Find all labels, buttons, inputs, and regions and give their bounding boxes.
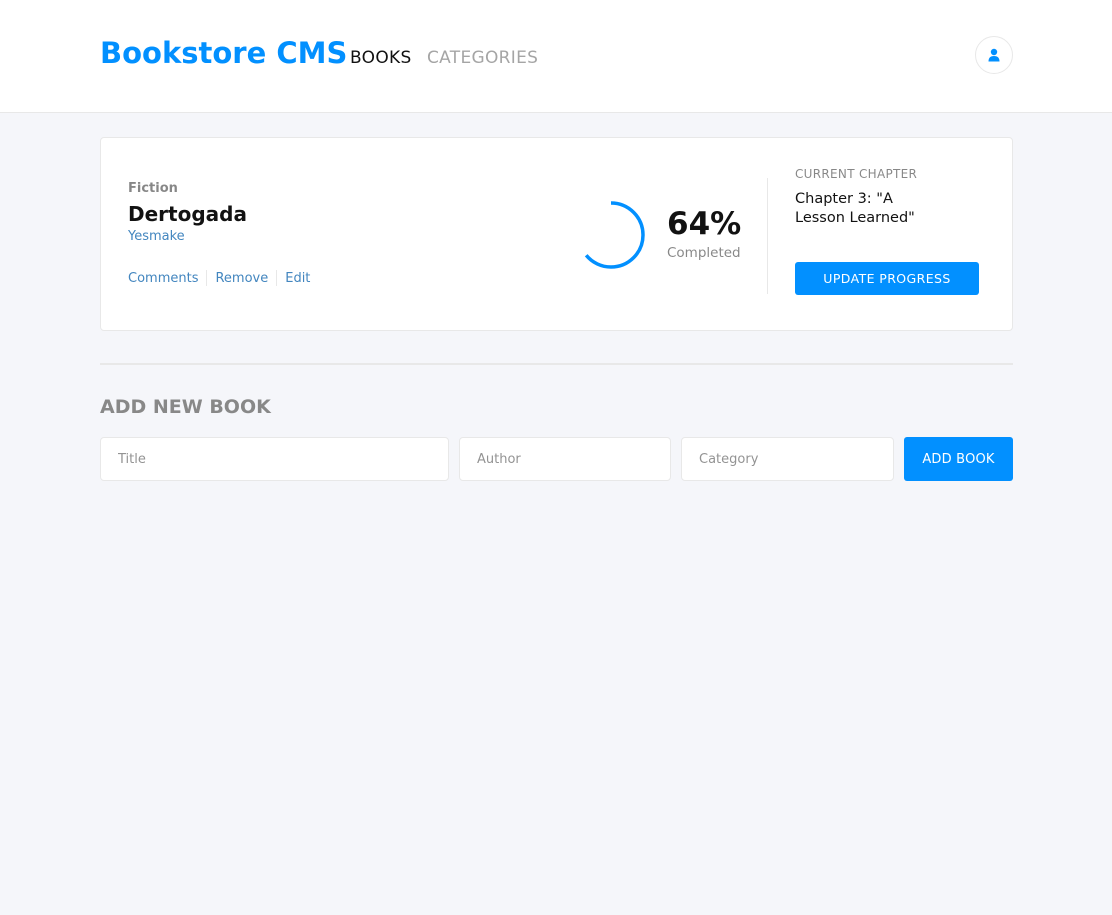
action-divider <box>276 270 278 286</box>
card-divider <box>767 178 768 294</box>
book-card: Fiction Dertogada Yesmake Comments Remov… <box>100 137 1013 331</box>
current-chapter-label: CURRENT CHAPTER <box>795 167 918 181</box>
book-genre: Fiction <box>128 181 178 196</box>
remove-button[interactable]: Remove <box>215 271 268 286</box>
current-chapter-value: Chapter 3: "A Lesson Learned" <box>795 191 915 226</box>
book-author: Yesmake <box>128 229 185 244</box>
app-logo[interactable]: Bookstore CMS <box>100 36 347 70</box>
edit-button[interactable]: Edit <box>285 271 310 286</box>
book-title: Dertogada <box>128 202 247 226</box>
progress-ring <box>577 201 645 269</box>
progress-ring-fill <box>577 201 645 269</box>
comments-button[interactable]: Comments <box>128 271 198 286</box>
author-input[interactable] <box>459 437 671 481</box>
progress-completed-label: Completed <box>667 245 741 261</box>
section-divider <box>100 363 1013 365</box>
action-divider <box>206 270 208 286</box>
add-book-heading: ADD NEW BOOK <box>100 396 271 418</box>
app-header: Bookstore CMS BOOKS CATEGORIES <box>0 0 1112 113</box>
user-icon <box>988 48 1000 62</box>
add-book-button[interactable]: ADD BOOK <box>904 437 1013 481</box>
user-profile-button[interactable] <box>975 36 1013 74</box>
book-actions: Comments Remove Edit <box>128 270 310 286</box>
progress-percent: 64% <box>667 206 742 242</box>
category-input[interactable] <box>681 437 894 481</box>
nav-categories-link[interactable]: CATEGORIES <box>427 48 538 68</box>
title-input[interactable] <box>100 437 449 481</box>
update-progress-button[interactable]: UPDATE PROGRESS <box>795 262 979 295</box>
nav-books-link[interactable]: BOOKS <box>350 48 412 68</box>
